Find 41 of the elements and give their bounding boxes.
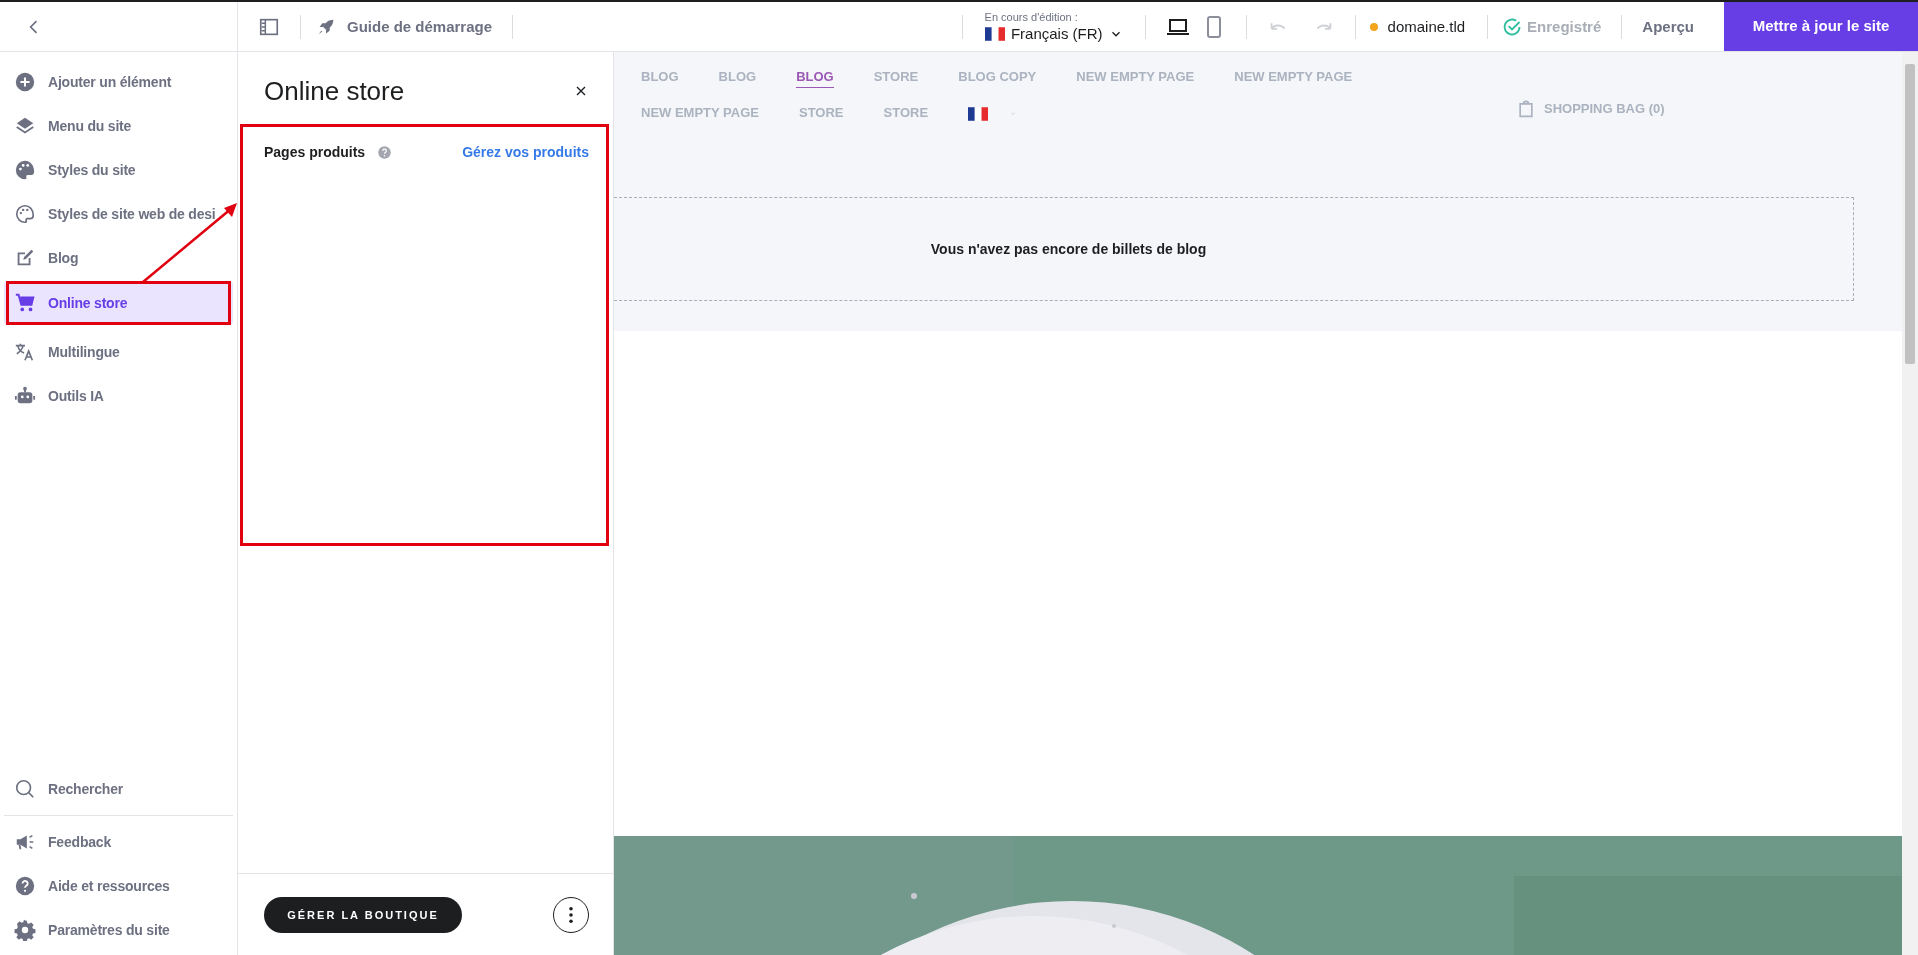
panel-title: Online store <box>264 75 405 107</box>
getting-started-link[interactable]: Guide de démarrage <box>347 18 493 35</box>
nav-link[interactable]: BLOG <box>796 68 834 88</box>
palette-icon <box>14 203 36 225</box>
domain-name: domaine.tld <box>1387 18 1466 35</box>
sidebar-item[interactable]: Blog <box>4 236 233 280</box>
sidebar-item[interactable]: Feedback <box>4 820 233 864</box>
scrollbar[interactable] <box>1902 52 1918 955</box>
sidebar-item[interactable]: Styles du site <box>4 148 233 192</box>
bag-icon <box>1516 98 1536 118</box>
add-icon <box>14 71 36 93</box>
search-icon <box>14 778 36 800</box>
publish-button[interactable]: Mettre à jour le site <box>1724 2 1918 51</box>
france-flag-icon <box>968 107 989 121</box>
empty-message: Vous n'avez pas encore de billets de blog <box>930 241 1207 257</box>
more-icon <box>569 907 573 923</box>
preview-button[interactable]: Aperçu <box>1636 17 1700 36</box>
language-dropdown[interactable]: Français (FR) <box>984 25 1123 42</box>
section-label: Pages produits <box>264 144 366 160</box>
sidebar-item[interactable]: Multilingue <box>4 330 233 374</box>
sidebar-item[interactable]: Rechercher <box>4 767 233 811</box>
palette-icon <box>14 159 36 181</box>
editing-label: En cours d'édition : <box>984 11 1079 23</box>
translate-icon <box>14 341 36 363</box>
cart-icon <box>14 292 36 314</box>
status-dot-icon <box>1369 22 1378 31</box>
sidebar-item[interactable]: Menu du site <box>4 104 233 148</box>
help-icon <box>377 144 393 160</box>
more-options-button[interactable] <box>553 897 589 933</box>
sidebar-item[interactable]: Outils IA <box>4 374 233 418</box>
settings-icon <box>14 919 36 941</box>
sidebar-item[interactable]: Ajouter un élément <box>4 60 233 104</box>
france-flag-icon <box>984 26 1005 41</box>
manage-store-button[interactable]: GÉRER LA BOUTIQUE <box>264 897 462 933</box>
check-circle-icon <box>1502 16 1523 37</box>
save-status: Enregistré <box>1502 16 1602 37</box>
sidebar-item[interactable]: Aide et ressources <box>4 864 233 908</box>
sidebar-item[interactable]: Paramètres du site <box>4 908 233 952</box>
sidebar-item[interactable]: Styles de site web de desi <box>4 192 233 236</box>
help-icon <box>14 875 36 897</box>
manage-products-link[interactable]: Gérez vos produits <box>462 144 589 160</box>
